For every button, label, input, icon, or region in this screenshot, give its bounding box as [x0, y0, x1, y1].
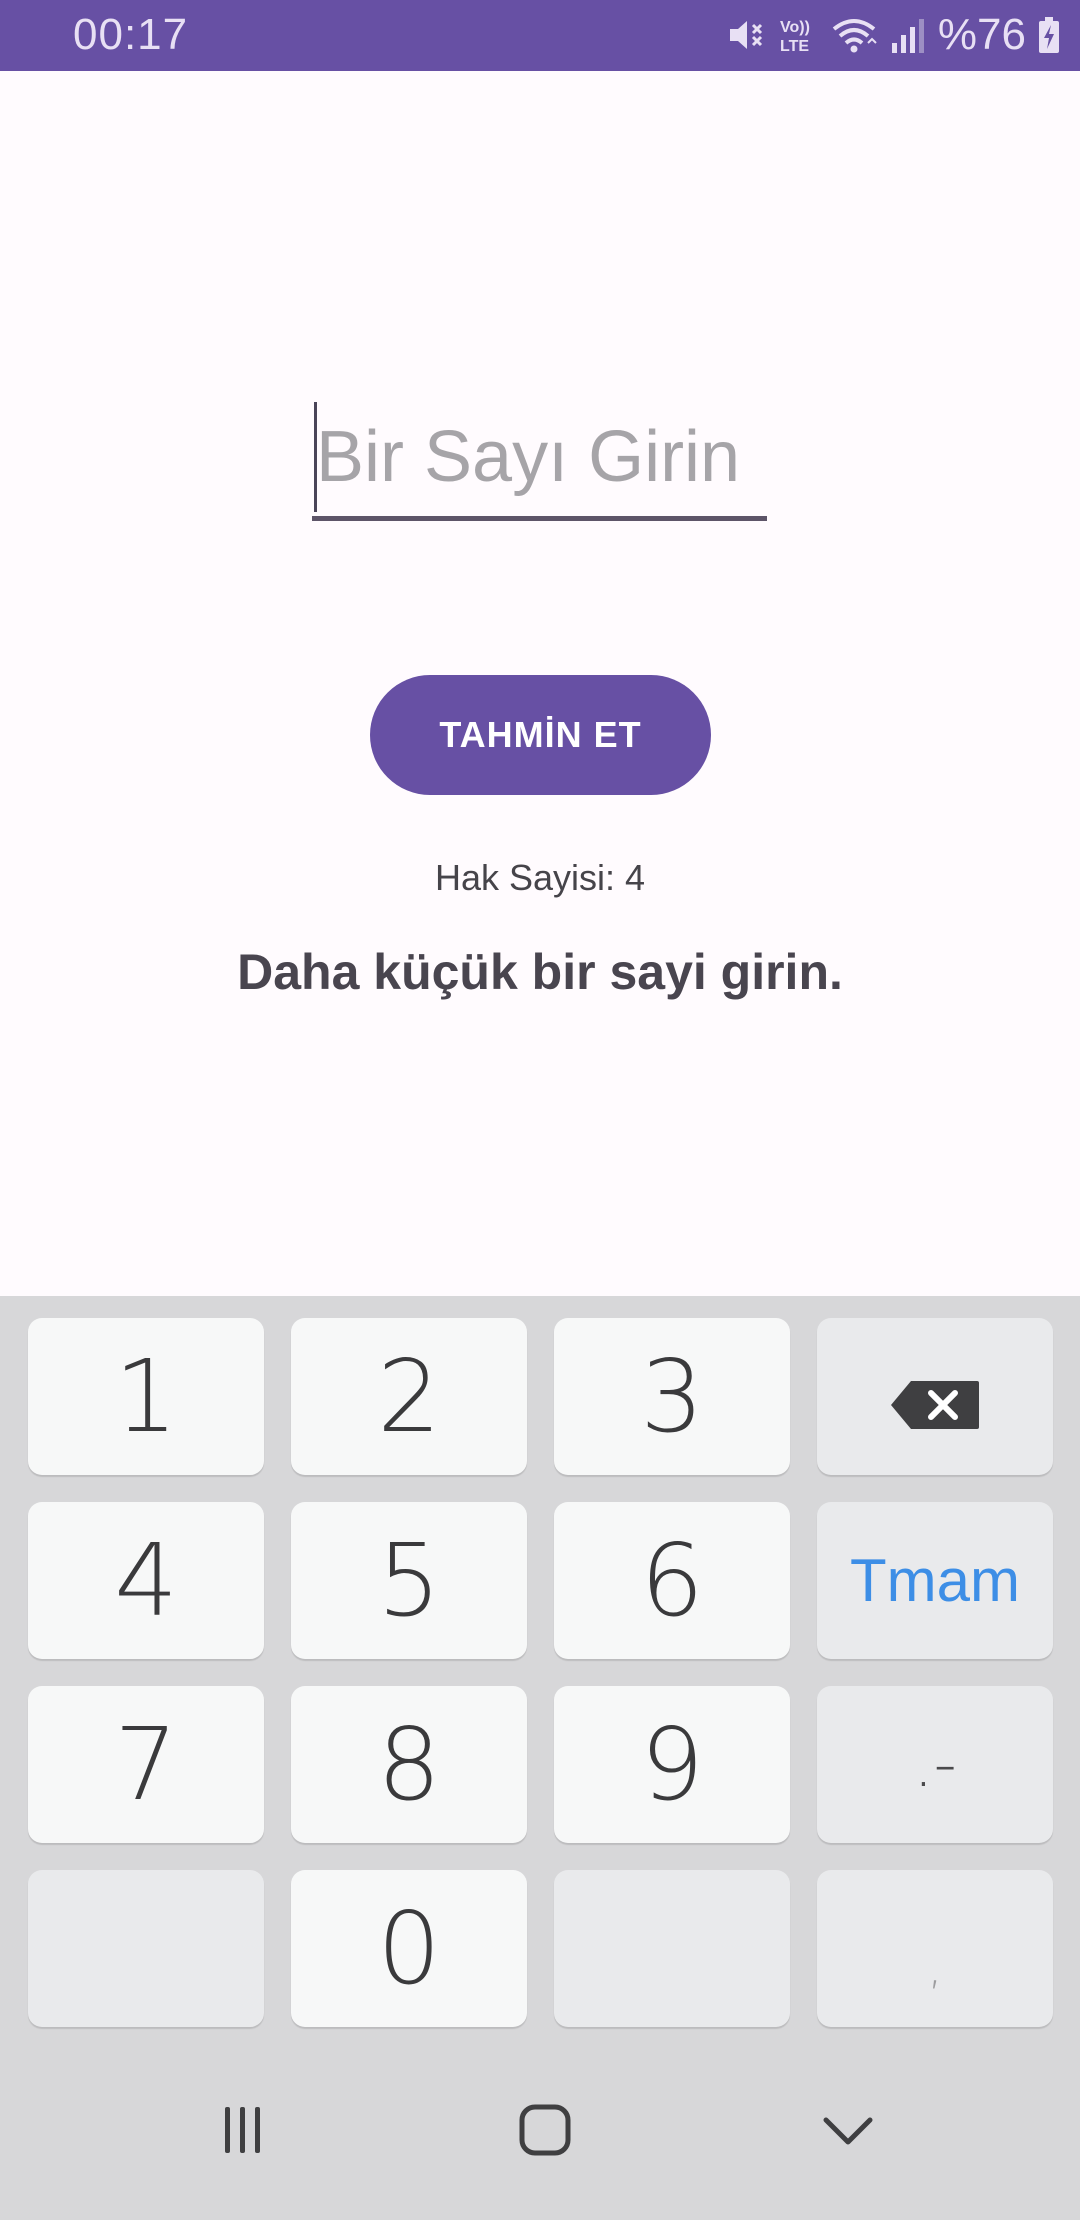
key-6[interactable]: 6	[554, 1502, 790, 1659]
svg-text:Vo)): Vo))	[780, 19, 810, 36]
key-4[interactable]: 4	[28, 1502, 264, 1659]
done-key[interactable]: Tmam	[817, 1502, 1053, 1659]
chevron-down-icon	[821, 2110, 875, 2155]
svg-text:LTE: LTE	[780, 38, 809, 55]
navigation-bar	[0, 2048, 1080, 2220]
status-icons: Vo)) LTE %76	[726, 10, 1060, 60]
key-1[interactable]: 1	[28, 1318, 264, 1475]
status-time: 00:17	[73, 10, 189, 59]
attempts-count: Hak Sayisi: 4	[434, 857, 646, 898]
recent-apps-button[interactable]	[193, 2082, 293, 2182]
empty-key-left	[28, 1870, 264, 2027]
mute-icon	[726, 15, 766, 55]
guess-input[interactable]	[312, 398, 767, 516]
hint-message: Daha küçük bir sayi girin.	[237, 944, 843, 1000]
dot-dash-label: .-	[913, 1727, 957, 1802]
hide-keyboard-button[interactable]	[798, 2082, 898, 2182]
dot-dash-key[interactable]: .-	[817, 1686, 1053, 1843]
key-8[interactable]: 8	[291, 1686, 527, 1843]
text-cursor	[314, 402, 317, 512]
status-bar: 00:17 Vo)) LTE %76	[0, 0, 1080, 71]
recent-apps-icon	[218, 2105, 268, 2160]
backspace-icon	[889, 1338, 981, 1455]
key-2[interactable]: 2	[291, 1318, 527, 1475]
battery-charging-icon	[1038, 15, 1060, 55]
backspace-key[interactable]	[817, 1318, 1053, 1475]
key-3[interactable]: 3	[554, 1318, 790, 1475]
comma-label: ,	[927, 1939, 943, 1994]
battery-percent: %76	[937, 10, 1026, 59]
signal-icon	[890, 15, 926, 55]
home-icon	[518, 2103, 572, 2162]
guess-input-container	[312, 398, 767, 522]
input-underline	[312, 516, 767, 521]
home-button[interactable]	[495, 2082, 595, 2182]
done-key-label: Tmam	[850, 1547, 1020, 1614]
key-7[interactable]: 7	[28, 1686, 264, 1843]
key-9[interactable]: 9	[554, 1686, 790, 1843]
key-0[interactable]: 0	[291, 1870, 527, 2027]
comma-key[interactable]: ,	[817, 1870, 1053, 2027]
key-5[interactable]: 5	[291, 1502, 527, 1659]
wifi-icon	[830, 15, 878, 55]
numeric-keyboard: 1 2 3 4 5 6 Tmam 7 8 9 .- 0 ,	[0, 1296, 1080, 2048]
guess-button[interactable]: TAHMİN ET	[370, 675, 711, 795]
empty-key-right	[554, 1870, 790, 2027]
volte-icon: Vo)) LTE	[778, 15, 818, 55]
